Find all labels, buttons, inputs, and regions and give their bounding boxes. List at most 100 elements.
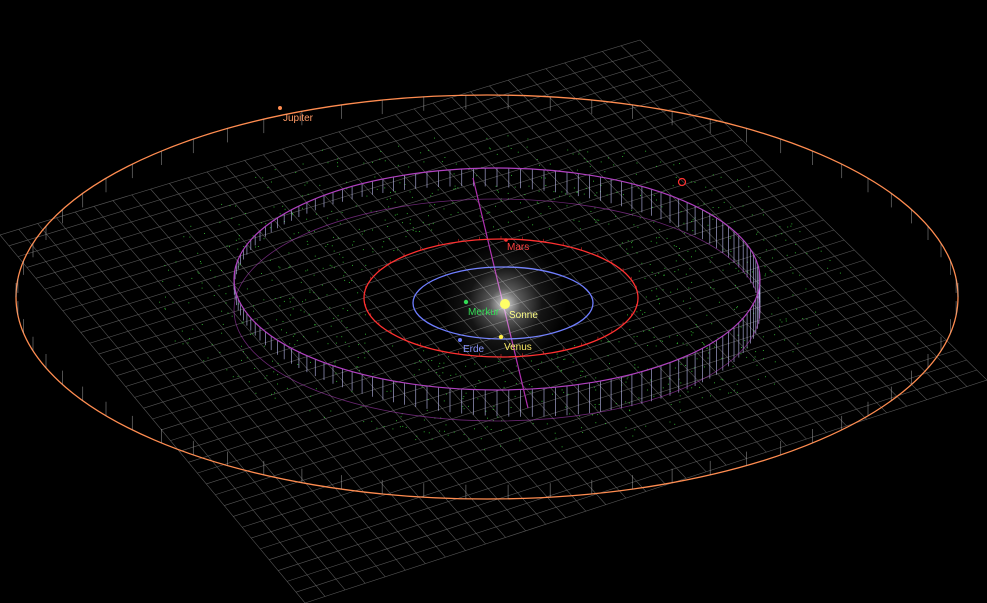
asteroid-point [737,306,738,308]
asteroid-point [238,235,240,237]
asteroid-point [337,237,339,239]
asteroid-point [415,230,417,232]
asteroid-point [658,236,660,238]
asteroid-point [582,370,584,372]
asteroid-point [322,149,323,151]
asteroid-point [303,336,305,338]
asteroid-point [762,350,764,351]
asteroid-point [753,359,755,361]
asteroid-point [280,296,282,298]
asteroid-point [289,301,291,303]
asteroid-point [549,163,551,165]
asteroid-point [675,260,677,262]
asteroid-point [762,336,764,338]
asteroid-point [785,320,787,322]
asteroid-point [737,179,738,181]
asteroid-point [381,246,383,248]
asteroid-point [792,272,794,274]
asteroid-point [510,148,512,149]
asteroid-point [694,181,696,183]
asteroid-point [662,289,664,291]
asteroid-point [274,392,275,394]
asteroid-point [486,426,488,428]
asteroid-point [389,197,391,199]
asteroid-point [653,221,655,223]
erde-label: Erde [463,344,485,355]
asteroid-point [765,376,766,378]
asteroid-point [253,310,254,312]
jupiter-planet[interactable] [278,106,282,110]
asteroid-point [490,429,492,430]
asteroid-point [261,222,263,224]
asteroid-point [276,319,278,321]
asteroid-point [252,235,254,237]
asteroid-point [493,226,494,228]
asteroid-point [388,238,390,240]
asteroid-point [781,321,783,323]
asteroid-point [507,221,509,223]
asteroid-point [771,271,773,273]
asteroid-point [744,339,746,341]
asteroid-point [579,149,581,151]
asteroid-point [573,187,575,189]
asteroid-point [348,282,350,283]
asteroid-point [331,210,333,212]
asteroid-point [455,373,457,375]
asteroid-point [415,439,417,441]
asteroid-point [402,425,404,427]
asteroid-point [548,206,550,208]
asteroid-point [323,416,325,418]
asteroid-point [322,267,324,269]
asteroid-point [431,192,433,194]
asteroid-point [488,147,490,149]
asteroid-point [479,215,481,217]
asteroid-point [412,227,414,229]
asteroid-point [214,276,216,278]
asteroid-point [344,341,346,343]
asteroid-point [384,160,386,162]
asteroid-point [300,309,302,311]
asteroid-point [790,225,792,227]
venus-planet[interactable] [498,334,504,340]
asteroid-point [396,420,397,422]
merkur-planet[interactable] [463,299,469,305]
asteroid-point [415,349,417,351]
asteroid-point [277,383,278,385]
asteroid-point [590,358,592,360]
asteroid-point [408,166,410,168]
asteroid-point [183,236,185,238]
asteroid-point [672,185,674,187]
asteroid-point [609,363,610,365]
erde-planet[interactable] [458,338,462,342]
asteroid-point [511,174,512,176]
asteroid-point [785,239,787,241]
asteroid-point [454,188,456,189]
asteroid-point [579,201,581,203]
asteroid-point [364,357,366,359]
asteroid-point [504,381,506,383]
asteroid-point [730,236,732,238]
asteroid-point [272,360,273,362]
asteroid-point [500,445,501,447]
asteroid-point [645,150,647,152]
asteroid-point [685,365,686,366]
asteroid-point [500,430,502,431]
asteroid-point [626,378,628,380]
asteroid-point [349,304,351,306]
asteroid-point [539,164,540,166]
asteroid-point [779,226,781,228]
asteroid-point [390,390,392,392]
asteroid-point [172,301,174,303]
asteroid-point [598,219,600,221]
asteroid-point [292,214,294,216]
asteroid-point [335,372,337,374]
asteroid-point [668,378,670,380]
asteroid-point [701,397,703,399]
asteroid-point [453,173,455,175]
asteroid-point [330,410,332,412]
asteroid-point [304,184,306,186]
asteroid-point [394,214,396,216]
asteroid-point [729,238,731,239]
sun-icon[interactable] [500,299,510,309]
asteroid-point [317,331,319,333]
